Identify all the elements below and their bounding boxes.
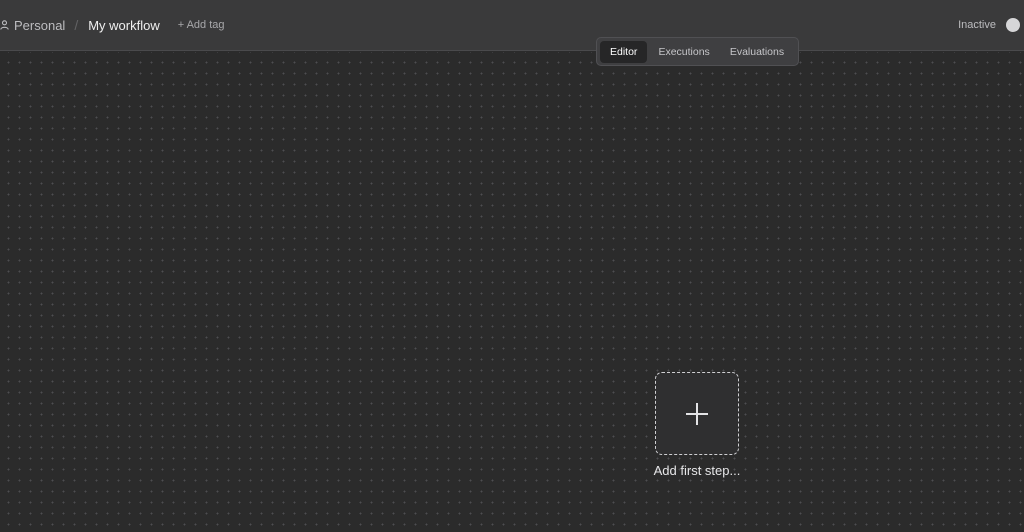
add-tag-button[interactable]: + Add tag [178,19,225,31]
tab-editor[interactable]: Editor [600,40,648,63]
tab-executions[interactable]: Executions [649,41,718,63]
workflow-editor: Personal / My workflow + Add tag Inactiv… [0,0,1024,532]
breadcrumb-project[interactable]: Personal [0,18,65,33]
add-first-step-label: Add first step... [653,463,741,478]
breadcrumb-project-label: Personal [14,17,66,33]
breadcrumb-separator: / [74,17,79,33]
toggle-knob [1006,18,1020,32]
workflow-name[interactable]: My workflow [88,18,160,33]
breadcrumb: Personal / My workflow + Add tag [0,0,225,50]
workflow-canvas[interactable] [0,52,1024,532]
add-first-step-button[interactable] [655,372,739,455]
plus-icon [686,402,708,425]
view-tabs: Editor Executions Evaluations [596,37,799,66]
tab-evaluations[interactable]: Evaluations [721,41,793,63]
status-label: Inactive [958,19,996,31]
active-toggle[interactable] [1004,18,1024,32]
top-header: Personal / My workflow + Add tag Inactiv… [0,0,1024,51]
user-icon [0,20,9,30]
activation-status: Inactive [958,0,1024,50]
